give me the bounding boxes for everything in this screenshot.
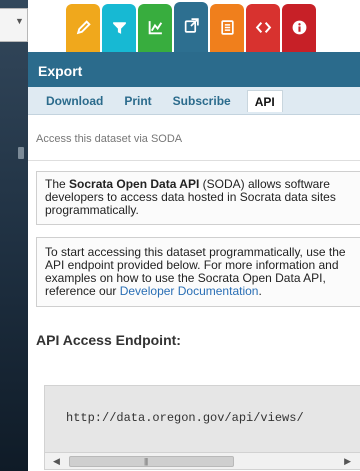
soda-description-box: The Socrata Open Data API (SODA) allows … (36, 171, 360, 225)
edge-icon (18, 147, 24, 159)
chart-icon (148, 21, 162, 35)
background-backdrop (0, 0, 28, 471)
endpoint-box[interactable]: http://data.oregon.gov/api/views/ (44, 385, 360, 453)
share-icon (184, 18, 199, 33)
chevron-down-icon[interactable]: ▼ (15, 16, 24, 26)
developer-documentation-link[interactable]: Developer Documentation (120, 284, 259, 298)
tab-embed[interactable] (246, 4, 280, 52)
pencil-icon (76, 20, 91, 35)
subtab-api[interactable]: API (246, 89, 283, 112)
subtab-subscribe[interactable]: Subscribe (173, 90, 231, 112)
soda-text-bold: Socrata Open Data API (69, 177, 200, 191)
scrollbar-thumb[interactable]: ||| (69, 456, 234, 467)
panel-title: Export (28, 52, 360, 87)
partial-dropdown[interactable]: ▼ (0, 8, 28, 42)
export-subtabs: Download Print Subscribe API (28, 87, 360, 115)
tab-discuss[interactable] (210, 4, 244, 52)
filter-icon (112, 22, 126, 34)
getting-started-box: To start accessing this dataset programm… (36, 237, 360, 307)
scroll-right-icon[interactable]: ▶ (344, 456, 351, 467)
tab-visualize[interactable] (138, 4, 172, 52)
document-icon (220, 20, 234, 35)
endpoint-url[interactable]: http://data.oregon.gov/api/views/ (66, 411, 304, 425)
tab-export[interactable] (174, 2, 208, 54)
info-icon (292, 20, 306, 35)
intro-text: Access this dataset via SODA (28, 115, 360, 161)
getting-started-tail: . (258, 284, 262, 298)
soda-text-pre: The (45, 177, 70, 191)
sidebar-tab-strip (28, 0, 360, 54)
grip-icon: ||| (144, 457, 148, 466)
tab-edit[interactable] (66, 4, 100, 52)
subtab-download[interactable]: Download (46, 90, 103, 112)
endpoint-title: API Access Endpoint: (36, 332, 181, 348)
tab-filter[interactable] (102, 4, 136, 52)
horizontal-scrollbar[interactable]: ◀ ||| ▶ (44, 453, 360, 470)
export-panel: Export Download Print Subscribe API Acce… (28, 52, 360, 471)
scroll-left-icon[interactable]: ◀ (53, 456, 60, 467)
subtab-print[interactable]: Print (124, 90, 151, 112)
tab-about[interactable] (282, 4, 316, 52)
code-icon (255, 22, 271, 33)
